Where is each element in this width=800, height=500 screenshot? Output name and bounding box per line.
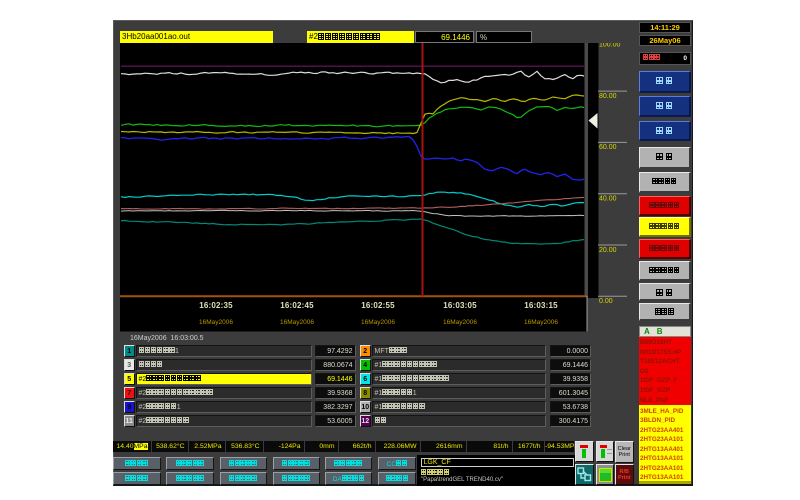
svg-text:40.00: 40.00: [599, 196, 617, 203]
svg-text:16May2006: 16May2006: [524, 319, 558, 326]
svg-text:16May2006: 16May2006: [361, 319, 395, 326]
svg-text:16:02:35: 16:02:35: [199, 301, 233, 310]
svg-text:16:02:45: 16:02:45: [280, 301, 314, 310]
svg-text:16:03:05: 16:03:05: [443, 301, 477, 310]
svg-text:16May2006: 16May2006: [199, 319, 233, 326]
svg-text:80.00: 80.00: [599, 93, 617, 100]
svg-text:16:03:15: 16:03:15: [524, 301, 558, 310]
svg-text:20.00: 20.00: [599, 247, 617, 254]
svg-text:16:02:55: 16:02:55: [361, 301, 395, 310]
svg-text:60.00: 60.00: [599, 144, 617, 151]
svg-text:100.00: 100.00: [599, 43, 621, 49]
svg-text:0.00: 0.00: [599, 298, 613, 305]
svg-text:16May2006: 16May2006: [280, 319, 314, 326]
svg-text:16May2006: 16May2006: [443, 319, 477, 326]
